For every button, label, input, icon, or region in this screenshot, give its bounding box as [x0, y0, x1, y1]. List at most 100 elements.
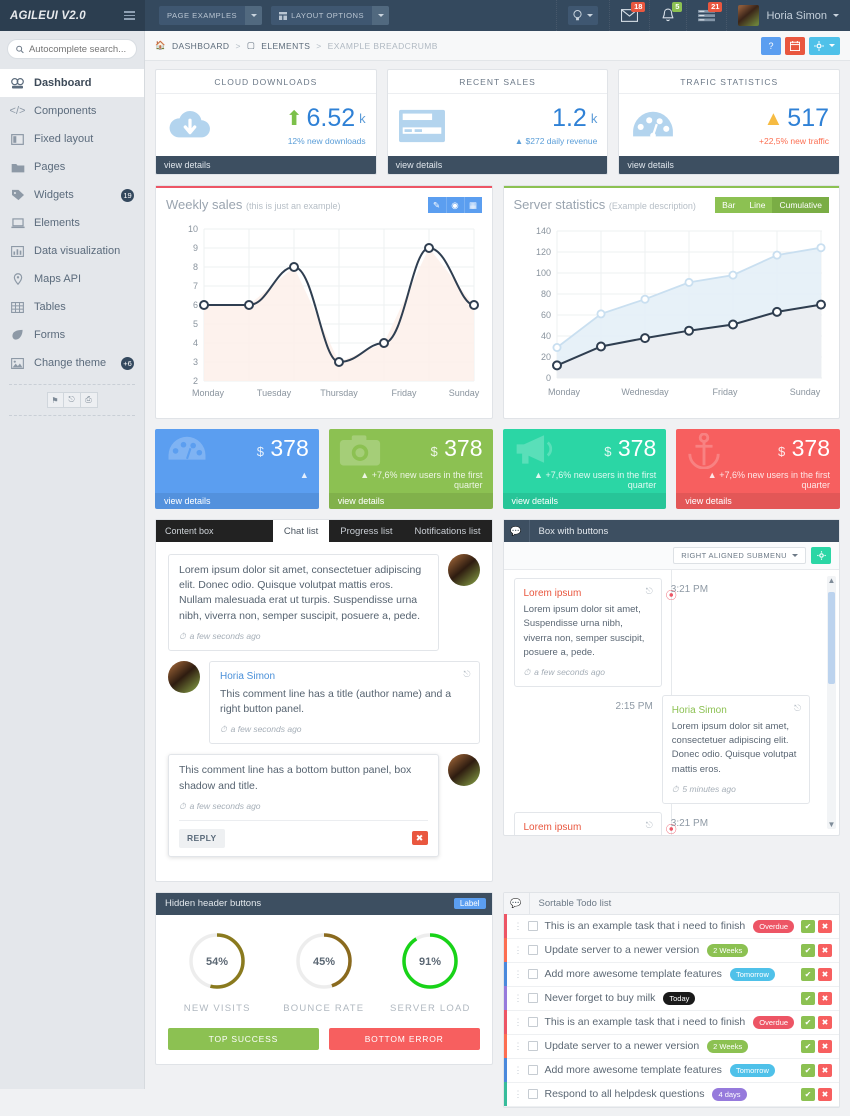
print-icon[interactable]: ⎙ — [80, 392, 98, 408]
todo-checkbox[interactable] — [527, 969, 538, 979]
layout-options-button[interactable]: LAYOUT OPTIONS — [271, 6, 390, 25]
todo-complete-button[interactable]: ✔ — [801, 967, 815, 981]
todo-delete-button[interactable]: ✖ — [818, 1063, 832, 1077]
settings-button[interactable] — [811, 547, 831, 564]
chart-type-line[interactable]: Line — [742, 197, 773, 213]
stat-card-footer[interactable]: view details — [156, 156, 376, 174]
widget-footer[interactable]: view details — [676, 493, 840, 509]
sidebar-toggle-icon[interactable] — [124, 11, 135, 20]
drag-handle-icon[interactable]: ⋮ — [514, 1089, 523, 1100]
todo-checkbox[interactable] — [527, 921, 538, 931]
todo-complete-button[interactable]: ✔ — [801, 1039, 815, 1053]
sidebar-item-fixed-layout[interactable]: Fixed layout — [0, 125, 144, 153]
todo-checkbox[interactable] — [527, 1041, 538, 1051]
edit-icon[interactable]: ✎ — [427, 197, 446, 213]
calendar-button[interactable] — [785, 36, 805, 55]
tab-notifications-list[interactable]: Notifications list — [404, 520, 492, 542]
page-examples-button[interactable]: PAGE EXAMPLES — [159, 6, 263, 25]
list-item[interactable]: ⋮ This is an example task that i need to… — [503, 1010, 839, 1035]
breadcrumb-item[interactable]: ELEMENTS — [261, 41, 310, 51]
list-item[interactable]: ⋮ Add more awesome template features Tom… — [503, 962, 839, 987]
stat-card-footer[interactable]: view details — [387, 156, 608, 174]
breadcrumb-item[interactable]: DASHBOARD — [172, 41, 229, 51]
list-item[interactable]: ⋮ This is an example task that i need to… — [503, 914, 839, 939]
drag-handle-icon[interactable]: ⋮ — [514, 921, 523, 932]
todo-complete-button[interactable]: ✔ — [801, 1063, 815, 1077]
chevron-down-icon[interactable] — [372, 6, 390, 25]
todo-complete-button[interactable]: ✔ — [801, 991, 815, 1005]
todo-checkbox[interactable] — [527, 1089, 538, 1099]
todo-checkbox[interactable] — [527, 993, 538, 1003]
right-aligned-submenu-button[interactable]: RIGHT ALIGNED SUBMENU — [673, 547, 806, 564]
inbox-icon[interactable]: ⎋ — [794, 702, 801, 716]
todo-checkbox[interactable] — [527, 1017, 538, 1027]
sidebar-item-components[interactable]: </> Components — [0, 97, 144, 125]
chart-type-bar[interactable]: Bar — [715, 197, 743, 213]
chart-icon[interactable]: ▦ — [463, 197, 482, 213]
todo-delete-button[interactable]: ✖ — [818, 1087, 832, 1101]
sidebar-item-data-visualization[interactable]: Data visualization — [0, 237, 144, 265]
drag-handle-icon[interactable]: ⋮ — [514, 945, 523, 956]
bulb-menu[interactable] — [556, 0, 609, 31]
chevron-down-icon[interactable] — [245, 6, 263, 25]
inbox-icon[interactable]: ⎋ — [63, 392, 81, 408]
sidebar-item-dashboard[interactable]: Dashboard — [0, 69, 144, 97]
alerts-menu[interactable]: 5 — [649, 0, 686, 31]
list-item[interactable]: ⋮ Update server to a newer version 2 Wee… — [503, 1034, 839, 1059]
tab-chat-list[interactable]: Chat list — [272, 520, 330, 542]
todo-complete-button[interactable]: ✔ — [801, 1015, 815, 1029]
inbox-icon[interactable]: ⎋ — [463, 668, 470, 681]
search-input[interactable] — [28, 43, 128, 55]
sidebar-item-change-theme[interactable]: Change theme +6 — [0, 349, 144, 377]
chart-type-cumulative[interactable]: Cumulative — [772, 197, 829, 213]
widget-footer[interactable]: view details — [155, 493, 319, 509]
stat-card-footer[interactable]: view details — [619, 156, 840, 174]
sidebar-item-tables[interactable]: Tables — [0, 293, 144, 321]
list-item[interactable]: ⋮ Respond to all helpdesk questions 4 da… — [503, 1082, 839, 1107]
camera-icon[interactable]: ◉ — [445, 197, 464, 213]
sidebar-item-elements[interactable]: Elements — [0, 209, 144, 237]
list-item[interactable]: ⋮ Update server to a newer version 2 Wee… — [503, 938, 839, 963]
label-badge[interactable]: Label — [453, 898, 486, 909]
todo-delete-button[interactable]: ✖ — [818, 919, 832, 933]
drag-handle-icon[interactable]: ⋮ — [514, 1065, 523, 1076]
flag-icon[interactable]: ⚑ — [46, 392, 64, 408]
reply-button[interactable]: REPLY — [179, 829, 225, 848]
sidebar-item-pages[interactable]: Pages — [0, 153, 144, 181]
drag-handle-icon[interactable]: ⋮ — [514, 1017, 523, 1028]
bottom-error-button[interactable]: BOTTOM ERROR — [328, 1027, 480, 1050]
delete-button[interactable]: ✖ — [411, 831, 428, 846]
inbox-icon[interactable]: ⎋ — [646, 819, 653, 833]
widget-footer[interactable]: view details — [502, 493, 667, 509]
search-box[interactable] — [7, 39, 137, 59]
sidebar-item-forms[interactable]: Forms — [0, 321, 144, 349]
sidebar-item-maps-api[interactable]: Maps API — [0, 265, 144, 293]
todo-delete-button[interactable]: ✖ — [818, 967, 832, 981]
drag-handle-icon[interactable]: ⋮ — [514, 969, 523, 980]
todo-delete-button[interactable]: ✖ — [818, 1015, 832, 1029]
scrollbar-thumb[interactable] — [828, 592, 835, 684]
drag-handle-icon[interactable]: ⋮ — [514, 1041, 523, 1052]
top-success-button[interactable]: TOP SUCCESS — [168, 1027, 319, 1050]
todo-complete-button[interactable]: ✔ — [801, 1087, 815, 1101]
todo-checkbox[interactable] — [527, 945, 538, 955]
sidebar-item-widgets[interactable]: Widgets 19 — [0, 181, 144, 209]
list-item[interactable]: ⋮ Add more awesome template features Tom… — [503, 1058, 839, 1083]
widget-footer[interactable]: view details — [328, 493, 493, 509]
bulb-button[interactable] — [568, 6, 599, 25]
tasks-menu[interactable]: 21 — [686, 0, 726, 31]
todo-delete-button[interactable]: ✖ — [818, 943, 832, 957]
todo-complete-button[interactable]: ✔ — [801, 919, 815, 933]
tab-progress-list[interactable]: Progress list — [329, 520, 403, 542]
todo-checkbox[interactable] — [527, 1065, 538, 1075]
drag-handle-icon[interactable]: ⋮ — [514, 993, 523, 1004]
todo-delete-button[interactable]: ✖ — [818, 991, 832, 1005]
todo-complete-button[interactable]: ✔ — [801, 943, 815, 957]
list-item[interactable]: ⋮ Never forget to buy milk Today ✔ ✖ — [503, 986, 839, 1011]
messages-menu[interactable]: 18 — [609, 0, 649, 31]
inbox-icon[interactable]: ⎋ — [646, 585, 653, 599]
help-button[interactable]: ? — [761, 36, 781, 55]
user-menu[interactable]: Horia Simon — [726, 0, 850, 31]
settings-button[interactable] — [809, 36, 840, 55]
timeline-scrollbar[interactable]: ▲ ▼ — [827, 576, 836, 829]
